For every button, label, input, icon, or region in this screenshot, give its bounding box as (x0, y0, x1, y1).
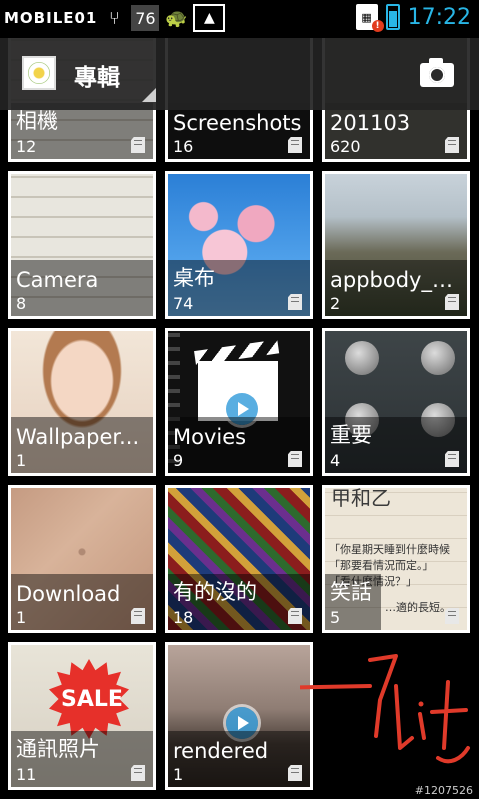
album-name: rendered (173, 739, 269, 763)
album-name: Camera (16, 268, 99, 292)
album-count: 5 (330, 608, 341, 627)
sim-card-icon: ▦ ! (355, 4, 384, 32)
album-tile[interactable]: Wallpaper... 1 (8, 328, 156, 476)
usb-icon: ⑂ (108, 7, 120, 29)
paper-heading: 甲和乙 (331, 486, 391, 510)
dropdown-indicator-icon[interactable] (142, 88, 156, 102)
notification-count: 76 (131, 5, 160, 31)
album-tile[interactable]: 甲和乙 「你星期天睡到什麼時候 「那要看情況而定。」 「看什麼情況？」 …適的長… (322, 485, 470, 633)
album-count: 18 (173, 608, 194, 627)
album-tile[interactable]: Camera 8 (8, 171, 156, 319)
album-name: 201103 (330, 111, 411, 135)
album-name: Wallpaper... (16, 425, 140, 449)
album-count: 8 (16, 294, 27, 313)
album-count: 1 (16, 451, 27, 470)
image-icon: ▲ (193, 4, 226, 32)
album-name: 桌布 (173, 266, 215, 290)
album-tile[interactable]: rendered 1 (165, 642, 313, 790)
sd-card-icon (131, 765, 145, 781)
sd-card-icon (288, 451, 302, 467)
sale-label: SALE (61, 687, 123, 712)
sd-card-icon (445, 137, 459, 153)
sd-card-icon (445, 294, 459, 310)
sd-card-icon (445, 608, 459, 624)
album-count: 1 (16, 608, 27, 627)
album-tile[interactable]: Download 1 (8, 485, 156, 633)
album-name: 通訊照片 (16, 737, 100, 761)
album-tile[interactable]: appbody_p... 2 (322, 171, 470, 319)
album-name: 有的沒的 (173, 580, 257, 604)
clock: 17:22 (407, 4, 471, 30)
camera-icon (420, 58, 454, 87)
paper-line: 「你星期天睡到什麼時候 (329, 543, 450, 556)
album-count: 11 (16, 765, 37, 784)
album-count: 16 (173, 137, 194, 156)
album-count: 620 (330, 137, 361, 156)
album-count: 2 (330, 294, 341, 313)
album-count: 12 (16, 137, 37, 156)
sd-card-icon (445, 451, 459, 467)
sd-card-icon (131, 137, 145, 153)
paper-line: …適的長短。 (385, 601, 451, 614)
album-name: Download (16, 582, 121, 606)
album-count: 9 (173, 451, 184, 470)
camera-button[interactable] (408, 52, 466, 98)
album-name: 笑話 (330, 580, 372, 604)
watermark: #1207526 (414, 784, 473, 797)
album-tile[interactable]: 桌布 74 (165, 171, 313, 319)
album-tile[interactable]: 有的沒的 18 (165, 485, 313, 633)
album-tile[interactable]: SALE 通訊照片 11 (8, 642, 156, 790)
album-count: 74 (173, 294, 194, 313)
paper-line: 「那要看情況而定。」 (329, 559, 434, 572)
album-name: 重要 (330, 423, 372, 447)
sd-card-icon (131, 608, 145, 624)
album-name: Screenshots (173, 111, 302, 135)
sd-card-icon (288, 608, 302, 624)
sd-card-icon (288, 294, 302, 310)
album-name: Movies (173, 425, 247, 449)
album-count: 1 (173, 765, 184, 784)
album-thumbnail-icon[interactable] (22, 56, 56, 90)
album-tile[interactable]: Movies 9 (165, 328, 313, 476)
album-name: appbody_p... (330, 268, 464, 292)
battery-icon (385, 4, 400, 30)
action-bar: 專輯 (0, 38, 479, 110)
album-tile[interactable]: 重要 4 (322, 328, 470, 476)
app-icon: 🐢 (165, 7, 188, 29)
handwritten-annotation (300, 654, 470, 764)
page-title[interactable]: 專輯 (74, 58, 120, 92)
sd-card-icon (288, 137, 302, 153)
album-count: 4 (330, 451, 341, 470)
alert-icon: ! (371, 20, 384, 32)
status-bar: MOBILE01 ⑂ 76 🐢 ▲ ▦ ! 17:22 (0, 0, 479, 38)
brand-watermark: MOBILE01 (4, 9, 98, 27)
